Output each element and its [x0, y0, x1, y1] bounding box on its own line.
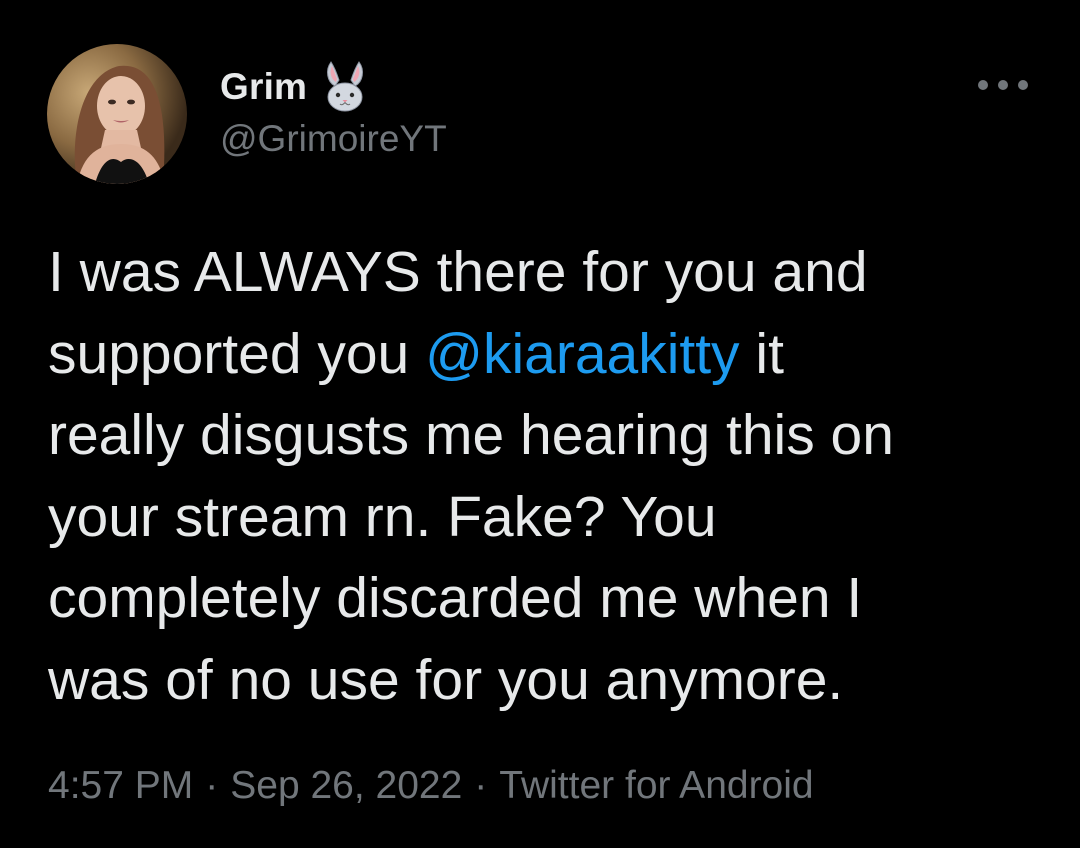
tweet-line: I was ALWAYS there for you and	[48, 240, 868, 304]
more-dot	[1018, 80, 1028, 90]
meta-separator: ·	[474, 764, 488, 807]
rabbit-face-icon	[317, 60, 371, 114]
tweet-source[interactable]: Twitter for Android	[499, 764, 813, 807]
more-horizontal-icon[interactable]	[978, 72, 1028, 98]
tweet-line: supported you @kiaraakitty it	[48, 314, 1058, 396]
display-name[interactable]: Grim	[220, 66, 307, 108]
avatar[interactable]	[47, 44, 187, 184]
author-name-row: Grim	[220, 60, 371, 114]
mention-link[interactable]: @kiaraakitty	[425, 322, 739, 386]
more-dot	[978, 80, 988, 90]
tweet-card: Grim @GrimoireYT I was ALWAYS there for …	[0, 0, 1080, 848]
tweet-line: your stream rn. Fake? You	[48, 484, 717, 549]
more-dot	[998, 80, 1008, 90]
tweet-text: I was ALWAYS there for you and supported…	[48, 232, 1058, 721]
tweet-date[interactable]: Sep 26, 2022	[230, 764, 462, 807]
tweet-line: really disgusts me hearing this on	[48, 403, 894, 467]
tweet-line: was of no use for you anymore.	[48, 647, 844, 712]
tweet-line: completely discarded me when I	[48, 566, 863, 630]
tweet-text-segment: it	[739, 321, 784, 386]
tweet-time[interactable]: 4:57 PM	[48, 764, 193, 807]
author-handle[interactable]: @GrimoireYT	[220, 118, 447, 160]
tweet-meta: 4:57 PM · Sep 26, 2022 · Twitter for Android	[48, 764, 814, 808]
tweet-text-segment: supported you	[48, 321, 426, 386]
meta-separator: ·	[205, 764, 219, 807]
